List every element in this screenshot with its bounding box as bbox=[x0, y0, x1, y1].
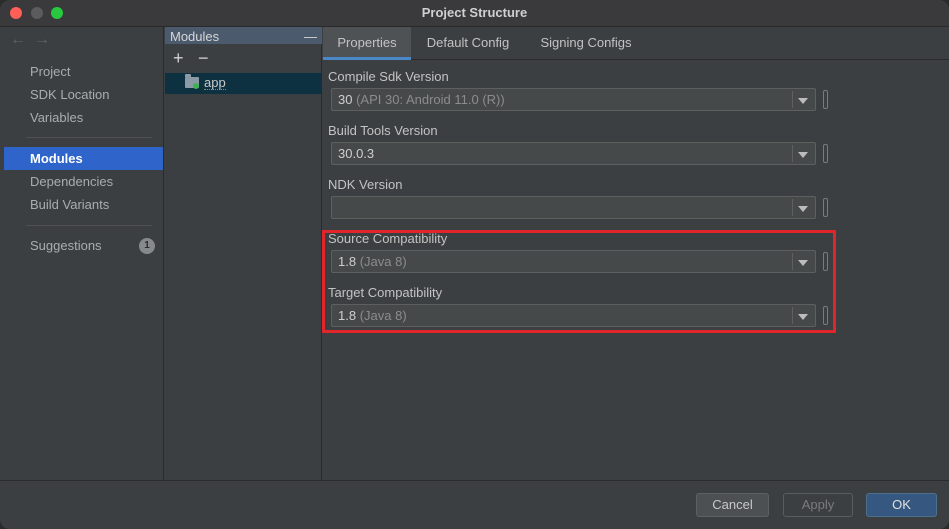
sidebar-item-label: Project bbox=[30, 64, 71, 79]
build-tools-version-label: Build Tools Version bbox=[328, 123, 438, 138]
field-resize-handle[interactable] bbox=[823, 90, 828, 109]
sidebar-item-suggestions[interactable]: Suggestions 1 bbox=[4, 234, 163, 257]
sidebar-item-variables[interactable]: Variables bbox=[4, 106, 163, 129]
sidebar-item-label: Dependencies bbox=[30, 174, 114, 189]
modules-panel: Modules — + − app bbox=[165, 27, 322, 480]
dialog-footer: Cancel Apply OK bbox=[0, 480, 949, 529]
chevron-down-icon bbox=[798, 152, 808, 158]
dropdown-value: 30.0.3 bbox=[338, 146, 375, 161]
tab-label: Signing Configs bbox=[540, 35, 632, 50]
tab-signing-configs[interactable]: Signing Configs bbox=[529, 27, 643, 60]
sidebar-divider bbox=[26, 137, 152, 138]
module-list-item[interactable]: app bbox=[165, 73, 322, 94]
suggestions-count-badge: 1 bbox=[139, 238, 155, 254]
compile-sdk-version-label: Compile Sdk Version bbox=[328, 69, 449, 84]
project-structure-dialog: Project Structure ←→ Project SDK Locatio… bbox=[0, 0, 949, 529]
sidebar-item-sdk-location[interactable]: SDK Location bbox=[4, 83, 163, 106]
dropdown-hint: (API 30: Android 11.0 (R)) bbox=[356, 92, 505, 107]
sidebar-item-label: Modules bbox=[30, 151, 83, 166]
title-bar: Project Structure bbox=[0, 0, 949, 27]
chevron-down-icon bbox=[798, 206, 808, 212]
field-resize-handle[interactable] bbox=[823, 144, 828, 163]
tab-properties[interactable]: Properties bbox=[323, 27, 411, 60]
tab-label: Properties bbox=[337, 35, 397, 50]
sidebar-item-label: Variables bbox=[30, 110, 84, 125]
build-tools-version-dropdown[interactable]: 30.0.3 bbox=[331, 142, 816, 165]
tab-label: Default Config bbox=[426, 35, 510, 50]
ok-button[interactable]: OK bbox=[866, 493, 937, 517]
apply-button[interactable]: Apply bbox=[783, 493, 853, 517]
sidebar-item-label: Suggestions bbox=[30, 238, 102, 253]
sidebar-item-project[interactable]: Project bbox=[4, 60, 163, 83]
sidebar-item-build-variants[interactable]: Build Variants bbox=[4, 193, 163, 216]
add-module-icon[interactable]: + bbox=[173, 49, 184, 67]
modules-header: Modules — bbox=[165, 27, 322, 44]
collapse-icon[interactable]: — bbox=[304, 29, 317, 44]
sidebar-nav: ←→ Project SDK Location Variables Module… bbox=[0, 27, 164, 480]
modules-header-label: Modules bbox=[170, 29, 220, 44]
field-resize-handle[interactable] bbox=[823, 198, 828, 217]
chevron-down-icon bbox=[798, 98, 808, 104]
module-folder-icon bbox=[185, 74, 199, 89]
compatibility-highlight-box bbox=[322, 230, 836, 333]
sidebar-divider bbox=[26, 225, 152, 226]
sidebar-item-label: Build Variants bbox=[30, 197, 110, 212]
dropdown-value: 30 bbox=[338, 92, 353, 107]
remove-module-icon[interactable]: − bbox=[198, 49, 209, 67]
ndk-version-dropdown[interactable] bbox=[331, 196, 816, 219]
sidebar-item-dependencies[interactable]: Dependencies bbox=[4, 170, 163, 193]
forward-arrow-icon[interactable]: → bbox=[34, 31, 58, 48]
ndk-version-label: NDK Version bbox=[328, 177, 403, 192]
tab-bar: Properties Default Config Signing Config… bbox=[323, 27, 949, 60]
modules-toolbar: + − bbox=[165, 45, 322, 73]
tab-default-config[interactable]: Default Config bbox=[415, 27, 521, 60]
module-label: app bbox=[204, 75, 226, 90]
back-arrow-icon[interactable]: ← bbox=[10, 31, 34, 48]
window-title: Project Structure bbox=[421, 5, 528, 20]
nav-arrows: ←→ bbox=[10, 31, 58, 49]
sidebar-item-label: SDK Location bbox=[30, 87, 110, 102]
sidebar-item-modules[interactable]: Modules bbox=[4, 147, 163, 170]
cancel-button[interactable]: Cancel bbox=[696, 493, 769, 517]
module-properties-panel: Properties Default Config Signing Config… bbox=[322, 27, 949, 480]
compile-sdk-version-dropdown[interactable]: 30 (API 30: Android 11.0 (R)) bbox=[331, 88, 816, 111]
